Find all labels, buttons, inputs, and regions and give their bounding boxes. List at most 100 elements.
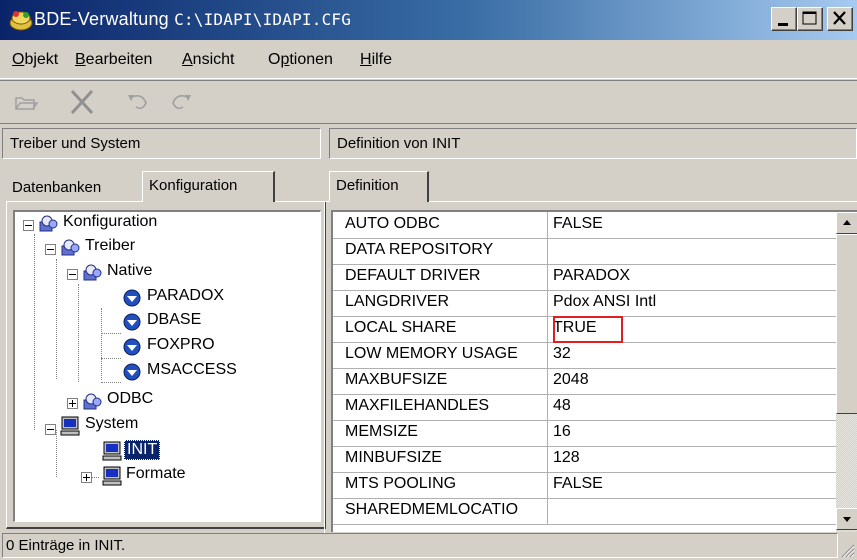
grid-row[interactable]: DATA REPOSITORY	[333, 238, 837, 265]
grid-value[interactable]: FALSE	[549, 472, 837, 499]
grid-key: SHAREDMEMLOCATIO	[333, 498, 548, 525]
tree-label: PARADOX	[147, 287, 225, 304]
collapse-icon[interactable]	[23, 220, 34, 231]
open-icon[interactable]	[10, 87, 42, 117]
grid-value[interactable]: 16	[549, 420, 837, 447]
minimize-icon	[778, 23, 788, 26]
right-pane-header-text: Definition von INIT	[337, 135, 461, 152]
bde-window: BDE-Verwaltung C:\IDAPI\IDAPI.CFG Objekt…	[0, 0, 857, 560]
redo-icon[interactable]	[165, 87, 197, 117]
grid-value[interactable]: 48	[549, 394, 837, 421]
app-name: BDE-Verwaltung	[34, 9, 169, 29]
tree-label: MSACCESS	[147, 361, 237, 378]
menu-optionen-label: Optionen	[268, 51, 333, 68]
grid-value[interactable]	[549, 498, 837, 525]
grid-value[interactable]: FALSE	[549, 212, 837, 239]
collapse-icon[interactable]	[45, 244, 56, 255]
grid-row[interactable]: MTS POOLING FALSE	[333, 472, 837, 499]
grid-row[interactable]: MAXBUFSIZE 2048	[333, 368, 837, 395]
driver-icon	[123, 363, 141, 381]
grid-row[interactable]: MINBUFSIZE 128	[333, 446, 837, 473]
driver-icon	[123, 313, 141, 331]
grid-value[interactable]: Pdox ANSI Intl	[549, 290, 837, 317]
grid-value[interactable]	[549, 238, 837, 265]
menu-bearbeiten[interactable]: Bearbeiten	[75, 51, 152, 69]
status-text-panel: 0 Einträge in INIT.	[2, 533, 838, 558]
tab-konfiguration-label: Konfiguration	[149, 177, 238, 194]
expand-icon[interactable]	[67, 398, 78, 409]
grid-key: MTS POOLING	[333, 472, 548, 499]
grid-row[interactable]: MEMSIZE 16	[333, 420, 837, 447]
grid-row[interactable]: AUTO ODBC FALSE	[333, 212, 837, 239]
config-icon	[61, 239, 80, 256]
scroll-down-button[interactable]	[836, 508, 857, 530]
tab-konfiguration[interactable]: Konfiguration	[142, 171, 275, 202]
collapse-icon[interactable]	[67, 269, 78, 280]
grid-row[interactable]: SHAREDMEMLOCATIO	[333, 498, 837, 525]
arrow-down-icon	[843, 517, 851, 522]
tree-label: FOXPRO	[147, 336, 215, 353]
grid-key: AUTO ODBC	[333, 212, 548, 239]
tree-label: Treiber	[85, 237, 136, 254]
grid-row[interactable]: DEFAULT DRIVER PARADOX	[333, 264, 837, 291]
vertical-scrollbar[interactable]	[836, 212, 857, 532]
config-tree[interactable]: Konfiguration Treiber Native PARADOX DBA…	[13, 210, 321, 522]
grid-row[interactable]: MAXFILEHANDLES 48	[333, 394, 837, 421]
tab-definition[interactable]: Definition	[329, 171, 429, 202]
computer-icon	[102, 441, 122, 461]
window-title: BDE-Verwaltung C:\IDAPI\IDAPI.CFG	[34, 9, 351, 30]
toolbar	[0, 80, 857, 124]
config-file-path: C:\IDAPI\IDAPI.CFG	[174, 10, 352, 29]
left-pane-header-text: Treiber und System	[10, 135, 141, 152]
tree-label: System	[85, 415, 139, 432]
menu-hilfe[interactable]: Hilfe	[360, 51, 392, 69]
scroll-thumb[interactable]	[836, 234, 857, 414]
definition-grid[interactable]: AUTO ODBC FALSE DATA REPOSITORY DEFAULT …	[331, 210, 857, 532]
grid-value[interactable]: 2048	[549, 368, 837, 395]
grid-key: MEMSIZE	[333, 420, 548, 447]
grid-key: MINBUFSIZE	[333, 446, 548, 473]
grid-value[interactable]: 32	[549, 342, 837, 369]
left-pane-header: Treiber und System	[2, 128, 321, 159]
grid-key: DATA REPOSITORY	[333, 238, 548, 265]
grid-row[interactable]: LOW MEMORY USAGE 32	[333, 342, 837, 369]
minimize-button[interactable]	[771, 7, 797, 31]
grid-key: LOCAL SHARE	[333, 316, 548, 343]
grid-row[interactable]: LOCAL SHARE TRUE	[333, 316, 837, 343]
grid-key: LANGDRIVER	[333, 290, 548, 317]
expand-icon[interactable]	[81, 472, 92, 483]
resize-grip-icon[interactable]	[841, 544, 855, 558]
driver-icon	[123, 338, 141, 356]
computer-icon	[102, 466, 122, 486]
close-button[interactable]	[827, 7, 853, 31]
grid-key: MAXBUFSIZE	[333, 368, 548, 395]
tab-definition-label: Definition	[336, 177, 399, 194]
menu-optionen[interactable]: Optionen	[268, 51, 333, 69]
grid-value[interactable]: PARADOX	[549, 264, 837, 291]
title-bar[interactable]: BDE-Verwaltung C:\IDAPI\IDAPI.CFG	[0, 0, 857, 40]
grid-key: LOW MEMORY USAGE	[333, 342, 548, 369]
grid-key: DEFAULT DRIVER	[333, 264, 548, 291]
scroll-up-button[interactable]	[836, 212, 857, 234]
menu-ansicht[interactable]: Ansicht	[182, 51, 234, 69]
config-icon	[83, 393, 102, 410]
grid-row[interactable]: LANGDRIVER Pdox ANSI Intl	[333, 290, 837, 317]
close-icon	[833, 11, 846, 25]
grid-key: MAXFILEHANDLES	[333, 394, 548, 421]
menu-ansicht-label: Ansicht	[182, 51, 235, 68]
menu-objekt[interactable]: Objekt	[12, 51, 58, 69]
config-icon	[39, 215, 58, 232]
menu-objekt-label: Objekt	[12, 51, 59, 68]
delete-icon[interactable]	[66, 87, 98, 117]
collapse-icon[interactable]	[45, 424, 56, 435]
status-bar: 0 Einträge in INIT.	[0, 530, 857, 560]
tab-datenbanken-label: Datenbanken	[12, 179, 102, 196]
tree-label: Konfiguration	[63, 213, 158, 230]
arrow-up-icon	[843, 220, 851, 225]
grid-value[interactable]: 128	[549, 446, 837, 473]
highlight-box	[553, 316, 623, 343]
maximize-button[interactable]	[797, 7, 823, 31]
undo-icon[interactable]	[122, 87, 154, 117]
maximize-icon	[802, 11, 817, 25]
menu-bearbeiten-label: Bearbeiten	[75, 51, 153, 68]
